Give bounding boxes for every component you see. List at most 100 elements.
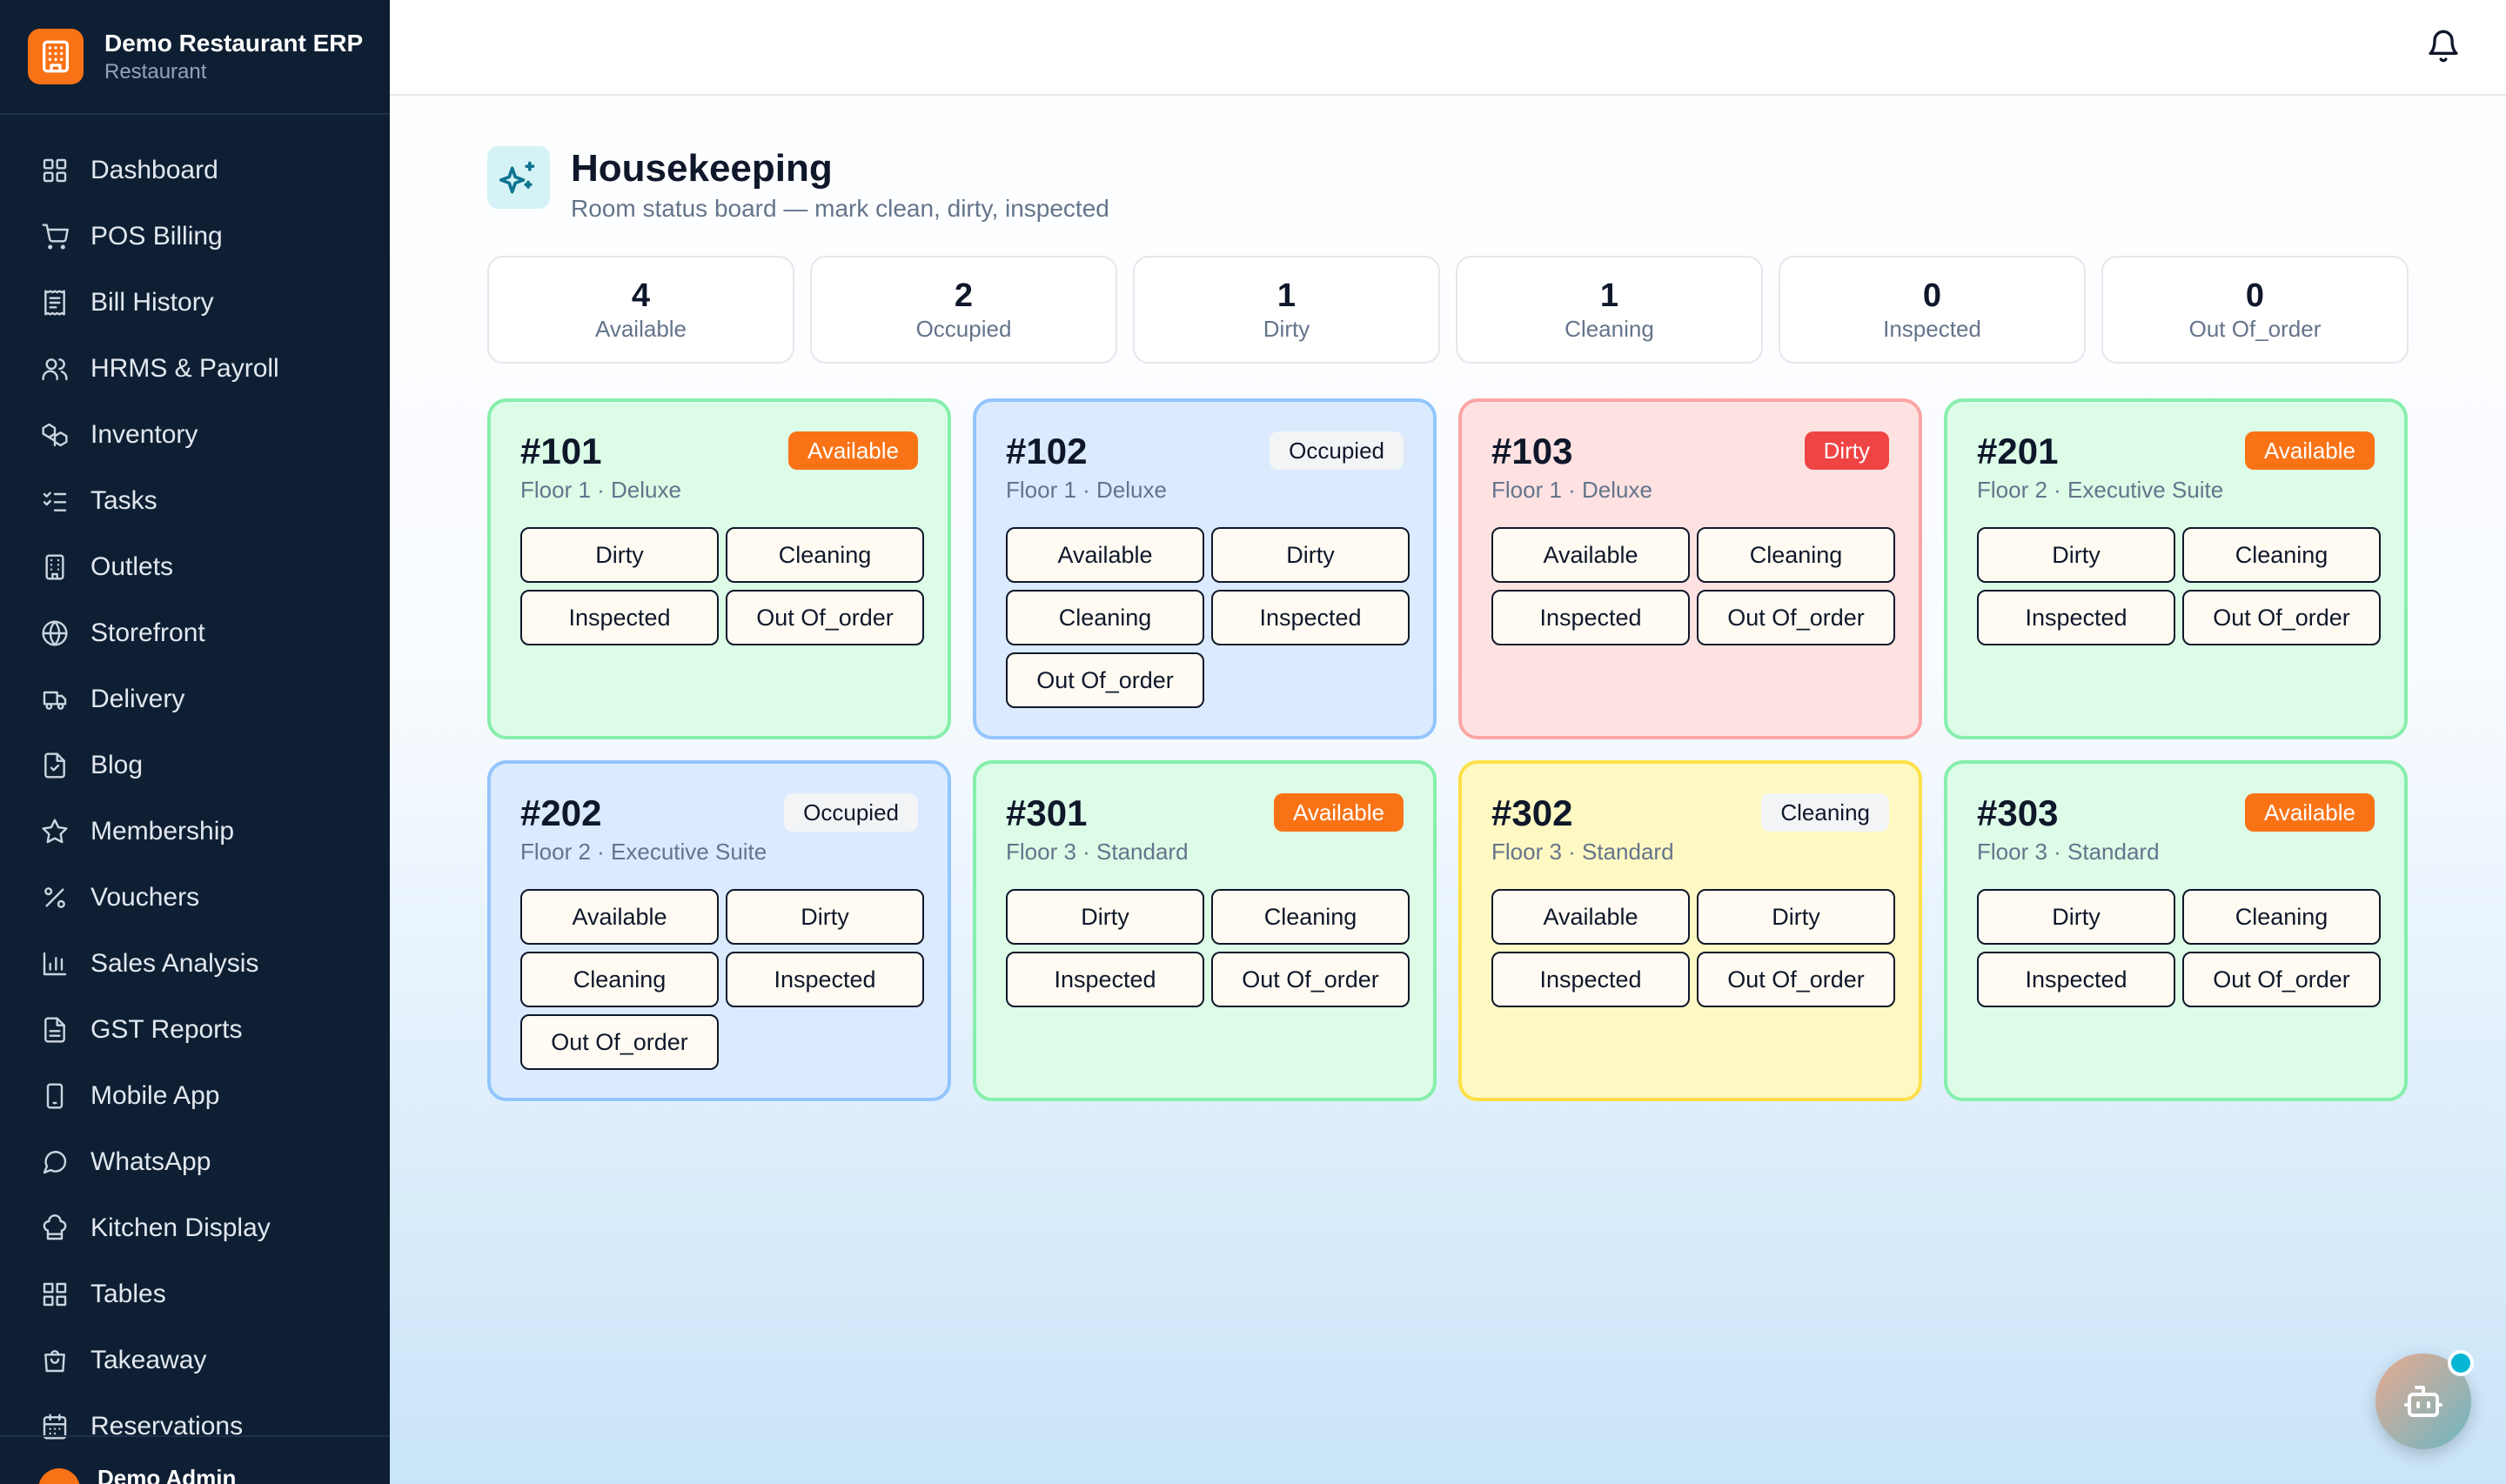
mark-inspected-button[interactable]: Inspected [1211, 590, 1410, 645]
sidebar-item-vouchers[interactable]: Vouchers [0, 865, 390, 931]
sidebar-item-tasks[interactable]: Tasks [0, 468, 390, 534]
stat-card-dirty: 1 Dirty [1133, 256, 1440, 364]
cart-icon [40, 222, 70, 251]
room-meta: Floor 2 · Executive Suite [1977, 477, 2224, 503]
sidebar-item-dashboard[interactable]: Dashboard [0, 137, 390, 204]
mark-inspected-button[interactable]: Inspected [1491, 952, 1690, 1007]
stat-value: 0 [2245, 277, 2265, 314]
sidebar-item-bill-history[interactable]: Bill History [0, 270, 390, 336]
mark-inspected-button[interactable]: Inspected [1006, 952, 1204, 1007]
mark-cleaning-button[interactable]: Cleaning [726, 527, 924, 583]
sidebar-item-blog[interactable]: Blog [0, 732, 390, 799]
users-icon [40, 354, 70, 384]
sparkles-icon [487, 146, 550, 209]
mark-dirty-button[interactable]: Dirty [1697, 889, 1895, 945]
sidebar-item-label: Inventory [90, 420, 198, 449]
status-badge: Cleaning [1761, 793, 1889, 832]
sidebar-item-label: Kitchen Display [90, 1213, 271, 1242]
sidebar-item-storefront[interactable]: Storefront [0, 600, 390, 666]
mark-inspected-button[interactable]: Inspected [1977, 590, 2175, 645]
mark-out-of-order-button[interactable]: Out Of_order [1697, 590, 1895, 645]
mark-out-of-order-button[interactable]: Out Of_order [2182, 590, 2381, 645]
bar-chart-icon [40, 949, 70, 979]
status-badge: Dirty [1804, 431, 1889, 470]
mark-cleaning-button[interactable]: Cleaning [1697, 527, 1895, 583]
room-card-301: #301 Floor 3 · Standard Available Dirty Clea… [973, 760, 1437, 1101]
room-actions: Dirty Cleaning Inspected Out Of_order [1006, 889, 1410, 1007]
stat-card-inspected: 0 Inspected [1779, 256, 2086, 364]
status-summary: 4 Available 2 Occupied 1 Dirty 1 Cleaning 0 Inspe… [487, 256, 2409, 364]
mark-inspected-button[interactable]: Inspected [726, 952, 924, 1007]
mark-inspected-button[interactable]: Inspected [1977, 952, 2175, 1007]
mark-dirty-button[interactable]: Dirty [726, 889, 924, 945]
stat-value: 2 [954, 277, 974, 314]
mark-dirty-button[interactable]: Dirty [1977, 889, 2175, 945]
mark-cleaning-button[interactable]: Cleaning [2182, 889, 2381, 945]
report-icon [40, 1015, 70, 1045]
user-name: Demo Admin [97, 1465, 237, 1484]
mark-out-of-order-button[interactable]: Out Of_order [726, 590, 924, 645]
brand-header[interactable]: Demo Restaurant ERP Restaurant [0, 0, 390, 115]
room-meta: Floor 2 · Executive Suite [520, 839, 767, 865]
sidebar-item-sales-analysis[interactable]: Sales Analysis [0, 931, 390, 997]
sidebar-item-label: Membership [90, 817, 235, 846]
mark-dirty-button[interactable]: Dirty [1006, 889, 1204, 945]
mark-out-of-order-button[interactable]: Out Of_order [2182, 952, 2381, 1007]
sidebar-item-takeaway[interactable]: Takeaway [0, 1327, 390, 1394]
mark-available-button[interactable]: Available [1006, 527, 1204, 583]
mark-out-of-order-button[interactable]: Out Of_order [1211, 952, 1410, 1007]
room-card-101: #101 Floor 1 · Deluxe Available Dirty Cleani… [487, 398, 951, 739]
sidebar-item-outlets[interactable]: Outlets [0, 534, 390, 600]
page-title: Housekeeping [571, 147, 833, 190]
stat-label: Available [594, 316, 687, 342]
mark-cleaning-button[interactable]: Cleaning [520, 952, 719, 1007]
mark-cleaning-button[interactable]: Cleaning [2182, 527, 2381, 583]
stat-value: 0 [1922, 277, 1942, 314]
chat-icon [40, 1147, 70, 1177]
sidebar: Demo Restaurant ERP Restaurant Dashboard… [0, 0, 390, 1484]
bell-icon[interactable] [2426, 29, 2461, 64]
mark-available-button[interactable]: Available [1491, 527, 1690, 583]
percent-icon [40, 883, 70, 912]
sidebar-item-tables[interactable]: Tables [0, 1261, 390, 1327]
mark-out-of-order-button[interactable]: Out Of_order [1006, 652, 1204, 708]
sidebar-item-gst-reports[interactable]: GST Reports [0, 997, 390, 1063]
stat-label: Inspected [1883, 316, 1981, 342]
user-profile[interactable]: Demo Admin [0, 1435, 390, 1484]
main-content: Housekeeping Room status board — mark cl… [390, 0, 2506, 1484]
notification-dot [2448, 1350, 2474, 1376]
mark-out-of-order-button[interactable]: Out Of_order [520, 1014, 719, 1070]
sidebar-item-label: POS Billing [90, 222, 223, 251]
mark-dirty-button[interactable]: Dirty [1211, 527, 1410, 583]
sidebar-item-label: WhatsApp [90, 1147, 211, 1176]
sidebar-item-mobile-app[interactable]: Mobile App [0, 1063, 390, 1129]
mark-cleaning-button[interactable]: Cleaning [1006, 590, 1204, 645]
sidebar-item-label: Bill History [90, 288, 214, 317]
mark-out-of-order-button[interactable]: Out Of_order [1697, 952, 1895, 1007]
sidebar-item-hrms-payroll[interactable]: HRMS & Payroll [0, 336, 390, 402]
stat-card-available: 4 Available [487, 256, 794, 364]
sidebar-item-whatsapp[interactable]: WhatsApp [0, 1129, 390, 1195]
sidebar-item-label: Dashboard [90, 156, 218, 184]
mark-dirty-button[interactable]: Dirty [1977, 527, 2175, 583]
mark-inspected-button[interactable]: Inspected [520, 590, 719, 645]
sidebar-item-label: Tables [90, 1280, 166, 1308]
room-meta: Floor 1 · Deluxe [1006, 477, 1167, 503]
room-card-302: #302 Floor 3 · Standard Cleaning Available D… [1458, 760, 1922, 1101]
sidebar-item-membership[interactable]: Membership [0, 799, 390, 865]
status-badge: Available [2244, 793, 2375, 832]
mark-cleaning-button[interactable]: Cleaning [1211, 889, 1410, 945]
stat-value: 1 [1276, 277, 1297, 314]
mark-available-button[interactable]: Available [520, 889, 719, 945]
sidebar-item-pos-billing[interactable]: POS Billing [0, 204, 390, 270]
page-subtitle: Room status board — mark clean, dirty, i… [571, 195, 1109, 222]
stat-value: 4 [631, 277, 651, 314]
sidebar-item-delivery[interactable]: Delivery [0, 666, 390, 732]
sidebar-item-kitchen-display[interactable]: Kitchen Display [0, 1195, 390, 1261]
mark-available-button[interactable]: Available [1491, 889, 1690, 945]
stat-label: Out Of_order [2188, 316, 2322, 342]
room-card-202: #202 Floor 2 · Executive Suite Occupied Ava… [487, 760, 951, 1101]
sidebar-item-inventory[interactable]: Inventory [0, 402, 390, 468]
mark-inspected-button[interactable]: Inspected [1491, 590, 1690, 645]
mark-dirty-button[interactable]: Dirty [520, 527, 719, 583]
